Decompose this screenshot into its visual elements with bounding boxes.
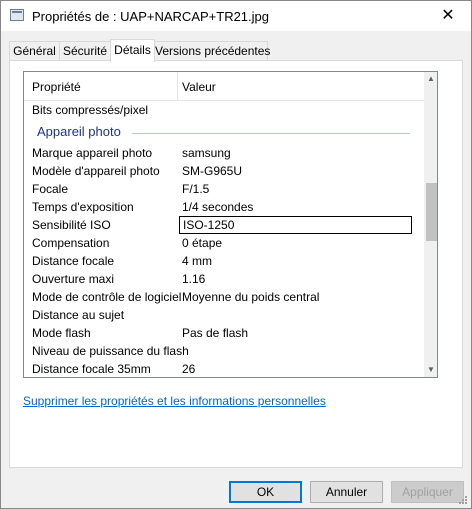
property-value: SM-G965U: [182, 164, 243, 178]
list-item[interactable]: Mode flash Pas de flash: [24, 324, 424, 342]
apply-button[interactable]: Appliquer: [391, 481, 464, 503]
list-item[interactable]: Marque appareil photo samsung: [24, 144, 424, 162]
list-item[interactable]: Sensibilité ISO ISO-1250: [24, 216, 424, 234]
iso-value-edit-field[interactable]: ISO-1250: [179, 216, 412, 234]
list-item[interactable]: Distance focale 4 mm: [24, 252, 424, 270]
list-item[interactable]: Compensation 0 étape: [24, 234, 424, 252]
ok-button[interactable]: OK: [229, 481, 302, 503]
property-name: Niveau de puissance du flash: [32, 344, 189, 358]
property-name: Bits compressés/pixel: [32, 103, 149, 117]
tab-general[interactable]: Général: [9, 41, 60, 60]
group-divider: [132, 133, 410, 134]
list-item[interactable]: Ouverture maxi 1.16: [24, 270, 424, 288]
property-name: Compensation: [32, 236, 110, 250]
vertical-scrollbar[interactable]: ▲ ▼: [424, 72, 437, 377]
close-button[interactable]: ✕: [425, 1, 471, 31]
property-name: Mode de contrôle de logiciel: [32, 290, 182, 304]
list-item[interactable]: Distance focale 35mm 26: [24, 360, 424, 377]
property-name: Distance focale: [32, 254, 115, 268]
property-value: 1.16: [182, 272, 206, 286]
list-item[interactable]: Niveau de puissance du flash: [24, 342, 424, 360]
remove-properties-link[interactable]: Supprimer les propriétés et les informat…: [23, 394, 326, 408]
property-value: F/1.5: [182, 182, 210, 196]
title-bar: Propriétés de : UAP+NARCAP+TR21.jpg ✕: [1, 1, 471, 31]
scroll-up-arrow-icon[interactable]: ▲: [424, 72, 437, 86]
property-name: Marque appareil photo: [32, 146, 153, 160]
list-header: Propriété Valeur: [24, 72, 424, 101]
property-value: Moyenne du poids central: [182, 290, 320, 304]
list-item[interactable]: Modèle d'appareil photo SM-G965U: [24, 162, 424, 180]
cancel-button[interactable]: Annuler: [310, 481, 383, 503]
property-value: 4 mm: [182, 254, 212, 268]
group-heading: Appareil photo: [37, 124, 121, 139]
tab-previous-versions[interactable]: Versions précédentes: [154, 41, 270, 60]
tab-security[interactable]: Sécurité: [59, 41, 111, 60]
property-name: Distance focale 35mm: [32, 362, 151, 376]
list-item[interactable]: Distance au sujet: [24, 306, 424, 324]
properties-list[interactable]: Propriété Valeur Bits compressés/pixel A…: [23, 71, 438, 378]
properties-window: Propriétés de : UAP+NARCAP+TR21.jpg ✕ Gé…: [0, 0, 472, 509]
tab-details[interactable]: Détails: [110, 39, 155, 62]
property-value: 0 étape: [182, 236, 223, 250]
column-header-property[interactable]: Propriété: [32, 80, 81, 94]
property-name: Focale: [32, 182, 69, 196]
property-name: Distance au sujet: [32, 308, 125, 322]
resize-grip-icon[interactable]: [459, 496, 468, 505]
property-name: Modèle d'appareil photo: [32, 164, 160, 178]
property-value: samsung: [182, 146, 231, 160]
list-item[interactable]: Mode de contrôle de logiciel Moyenne du …: [24, 288, 424, 306]
column-divider[interactable]: [177, 72, 178, 100]
property-name: Mode flash: [32, 326, 91, 340]
property-name: Temps d'exposition: [32, 200, 134, 214]
list-item[interactable]: Temps d'exposition 1/4 secondes: [24, 198, 424, 216]
property-value: 26: [182, 362, 196, 376]
column-header-value[interactable]: Valeur: [182, 80, 216, 94]
property-value: Pas de flash: [182, 326, 249, 340]
property-name: Sensibilité ISO: [32, 218, 111, 232]
image-file-icon: [10, 9, 24, 21]
list-item[interactable]: Bits compressés/pixel: [24, 101, 424, 119]
property-value: 1/4 secondes: [182, 200, 254, 214]
list-item[interactable]: Focale F/1.5: [24, 180, 424, 198]
scroll-down-arrow-icon[interactable]: ▼: [424, 363, 437, 377]
window-title: Propriétés de : UAP+NARCAP+TR21.jpg: [32, 9, 269, 24]
property-name: Ouverture maxi: [32, 272, 115, 286]
scrollbar-thumb[interactable]: [426, 183, 437, 241]
details-panel: Propriété Valeur Bits compressés/pixel A…: [9, 60, 463, 468]
